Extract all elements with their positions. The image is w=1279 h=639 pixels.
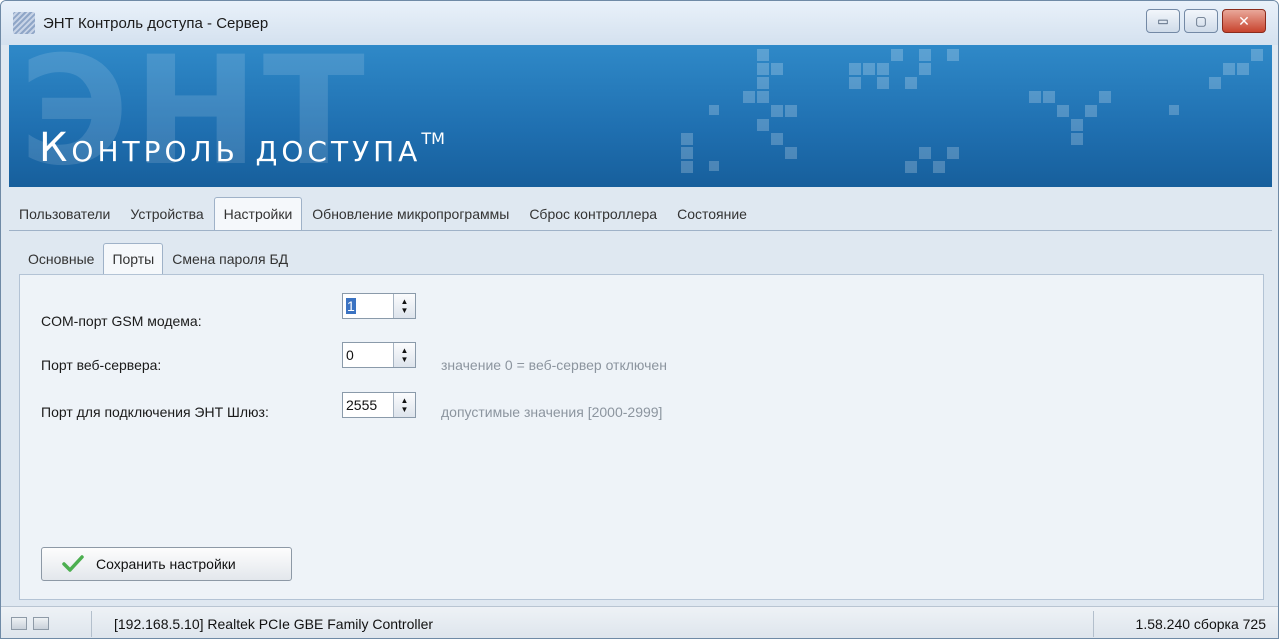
arrow-up-icon[interactable]: ▲ [401, 396, 409, 405]
sub-tab-bar: Основные Порты Смена пароля БД [19, 241, 297, 275]
tab-db-password[interactable]: Смена пароля БД [163, 243, 297, 275]
trademark-sign: TM [421, 129, 445, 148]
tab-devices[interactable]: Устройства [120, 197, 213, 231]
window-controls: ▭ ▢ ✕ [1146, 9, 1266, 33]
arrow-down-icon[interactable]: ▼ [401, 306, 409, 315]
title-bar: ЭНТ Контроль доступа - Сервер ▭ ▢ ✕ [1, 1, 1278, 45]
gateway-port-spinner[interactable]: 2555 ▲ ▼ [342, 392, 416, 418]
status-bar: [192.168.5.10] Realtek PCIe GBE Family C… [1, 606, 1278, 638]
web-port-hint: значение 0 = веб-сервер отключен [441, 357, 667, 373]
tab-settings[interactable]: Настройки [213, 197, 303, 231]
arrow-up-icon[interactable]: ▲ [401, 297, 409, 306]
header-banner: ЭНТ Контроль доступаTM [9, 45, 1272, 187]
arrow-down-icon[interactable]: ▼ [401, 355, 409, 364]
gsm-port-stepper[interactable]: ▲ ▼ [393, 294, 415, 318]
app-window: ЭНТ Контроль доступа - Сервер ▭ ▢ ✕ ЭНТ [0, 0, 1279, 639]
gateway-port-stepper[interactable]: ▲ ▼ [393, 393, 415, 417]
tab-controller-reset[interactable]: Сброс контроллера [519, 197, 667, 231]
tab-status[interactable]: Состояние [667, 197, 757, 231]
close-button[interactable]: ✕ [1222, 9, 1266, 33]
tab-ports[interactable]: Порты [103, 243, 164, 275]
status-separator [91, 610, 92, 637]
tab-firmware-update[interactable]: Обновление микропрограммы [302, 197, 519, 231]
app-icon [13, 12, 35, 34]
gateway-port-hint: допустимые значения [2000-2999] [441, 404, 663, 420]
arrow-up-icon[interactable]: ▲ [401, 346, 409, 355]
web-port-input[interactable]: 0 [343, 343, 393, 367]
status-separator [1093, 611, 1094, 637]
version-label: 1.58.240 сборка 725 [1135, 615, 1266, 632]
gateway-port-label: Порт для подключения ЭНТ Шлюз: [41, 404, 269, 420]
main-tab-bar: Пользователи Устройства Настройки Обновл… [9, 195, 757, 231]
window-title: ЭНТ Контроль доступа - Сервер [43, 14, 269, 32]
status-indicator-icon [11, 617, 27, 630]
save-settings-button[interactable]: Сохранить настройки [41, 547, 292, 581]
status-indicator-icon [33, 617, 49, 630]
minimize-button[interactable]: ▭ [1146, 9, 1180, 33]
web-port-spinner[interactable]: 0 ▲ ▼ [342, 342, 416, 368]
gateway-port-input[interactable]: 2555 [343, 393, 393, 417]
arrow-down-icon[interactable]: ▼ [401, 405, 409, 414]
maximize-button[interactable]: ▢ [1184, 9, 1218, 33]
main-tab-divider [9, 230, 1272, 231]
check-icon [62, 555, 84, 572]
tab-general[interactable]: Основные [19, 243, 103, 275]
gsm-port-input[interactable]: 1 [343, 294, 393, 318]
network-adapter-status: [192.168.5.10] Realtek PCIe GBE Family C… [114, 615, 434, 632]
web-port-stepper[interactable]: ▲ ▼ [393, 343, 415, 367]
banner-title: Контроль доступаTM [39, 125, 445, 171]
gsm-port-spinner[interactable]: 1 ▲ ▼ [342, 293, 416, 319]
gsm-port-label: COM-порт GSM модема: [41, 313, 202, 329]
web-port-label: Порт веб-сервера: [41, 357, 162, 373]
tab-users[interactable]: Пользователи [9, 197, 120, 231]
save-settings-label: Сохранить настройки [96, 556, 236, 572]
